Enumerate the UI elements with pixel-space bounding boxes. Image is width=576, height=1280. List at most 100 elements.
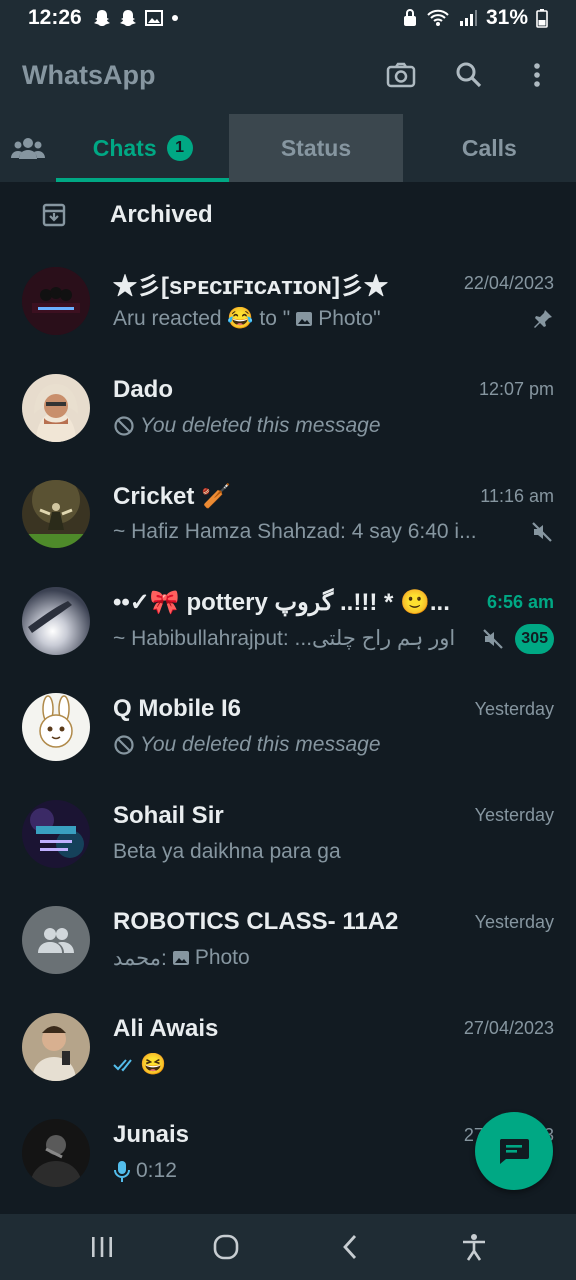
chat-time: 6:56 am xyxy=(486,592,554,613)
dot-icon xyxy=(171,15,178,21)
archived-label: Archived xyxy=(110,201,213,228)
header-actions xyxy=(384,58,554,92)
chat-name: Ali Awais xyxy=(113,1014,219,1042)
chat-list: ★彡[ѕᴘᴇᴄɪꜰɪᴄᴀᴛɪᴏɴ]彡★ 22/04/2023 Aru react… xyxy=(0,248,576,1207)
preview-text: ~ Hafiz Hamza Shahzad: 4 say 6:40 i... xyxy=(113,520,477,544)
double-check-icon xyxy=(113,1059,132,1072)
preview-sender: محمد: xyxy=(113,946,167,970)
preview-text: You deleted this message xyxy=(140,413,381,437)
avatar xyxy=(22,373,90,442)
tab-chats-label: Chats xyxy=(92,134,157,161)
preview-suffix: Photo xyxy=(194,946,250,970)
chat-name: Sohail Sir xyxy=(113,801,224,829)
chat-preview: 0:12 xyxy=(113,1159,177,1183)
chat-row[interactable]: ROBOTICS CLASS- 11A2 Yesterday محمد: Pho… xyxy=(0,887,576,994)
group-avatar-icon xyxy=(38,928,74,954)
chat-preview: You deleted this message xyxy=(113,733,381,757)
chat-row[interactable]: Q Mobile I6 Yesterday You deleted this m… xyxy=(0,674,576,781)
chat-name: Cricket 🏏 xyxy=(113,482,231,510)
recent-apps-icon[interactable] xyxy=(78,1223,126,1271)
avatar xyxy=(22,799,90,868)
avatar xyxy=(22,693,90,762)
gallery-icon xyxy=(144,10,163,26)
avatar xyxy=(22,586,90,655)
chat-row[interactable]: Cricket 🏏 11:16 am ~ Hafiz Hamza Shahzad… xyxy=(0,461,576,568)
tab-calls-label: Calls xyxy=(461,134,517,161)
wifi-icon xyxy=(427,9,449,26)
chat-row[interactable]: Sohail Sir Yesterday Beta ya daikhna par… xyxy=(0,781,576,888)
chat-row[interactable]: ••✓🎀 pottery گروپ ..!!! * 🙂... 6:56 am ~… xyxy=(0,568,576,675)
chat-time: 22/04/2023 xyxy=(463,272,554,293)
clock: 12:26 xyxy=(28,6,82,29)
app-header: WhatsApp xyxy=(0,36,576,114)
avatar xyxy=(22,906,90,975)
new-chat-icon xyxy=(499,1139,529,1164)
archive-icon xyxy=(0,202,110,228)
app-title: WhatsApp xyxy=(22,59,156,90)
chat-name: Dado xyxy=(113,375,173,403)
search-icon[interactable] xyxy=(452,58,486,92)
signal-icon xyxy=(459,10,477,26)
preview-text: 😆 xyxy=(140,1052,167,1076)
chats-unread-badge: 1 xyxy=(166,135,193,161)
battery-icon xyxy=(536,9,548,28)
preview-text: Aru reacted 😂 to " xyxy=(113,307,291,331)
microphone-icon xyxy=(114,1161,130,1183)
chat-time: 12:07 pm xyxy=(478,379,554,400)
archived-row[interactable]: Archived xyxy=(0,182,576,248)
pin-icon xyxy=(534,310,552,329)
chat-name: ★彡[ѕᴘᴇᴄɪꜰɪᴄᴀᴛɪᴏɴ]彡★ xyxy=(113,272,389,300)
unread-count-badge: 305 xyxy=(515,623,554,654)
deleted-icon xyxy=(114,416,134,436)
chat-preview: Beta ya daikhna para ga xyxy=(113,840,341,864)
avatar xyxy=(22,1119,90,1188)
avatar xyxy=(22,480,90,549)
preview-text: You deleted this message xyxy=(140,733,381,757)
muted-icon xyxy=(483,628,504,649)
accessibility-icon[interactable] xyxy=(450,1223,498,1271)
communities-icon xyxy=(11,138,45,159)
tab-chats[interactable]: Chats 1 xyxy=(56,114,230,182)
chat-time: Yesterday xyxy=(474,911,554,932)
tab-status[interactable]: Status xyxy=(229,114,403,182)
chat-row[interactable]: ★彡[ѕᴘᴇᴄɪꜰɪᴄᴀᴛɪᴏɴ]彡★ 22/04/2023 Aru react… xyxy=(0,248,576,355)
back-icon[interactable] xyxy=(326,1223,374,1271)
tab-communities[interactable] xyxy=(0,114,56,182)
chat-row[interactable]: Ali Awais 27/04/2023 😆 xyxy=(0,994,576,1101)
snapchat-icon xyxy=(119,10,136,26)
status-bar: 12:26 31% xyxy=(0,0,576,36)
preview-text: Beta ya daikhna para ga xyxy=(113,839,341,863)
chat-time: 11:16 am xyxy=(480,485,554,506)
more-options-icon[interactable] xyxy=(520,58,554,92)
tab-calls[interactable]: Calls xyxy=(403,114,576,182)
snapchat-icon xyxy=(93,10,110,26)
notification-icons xyxy=(92,8,180,28)
home-icon[interactable] xyxy=(202,1223,250,1271)
photo-icon xyxy=(172,951,189,966)
chat-preview: Aru reacted 😂 to " Photo" xyxy=(113,307,381,331)
chat-preview: You deleted this message xyxy=(113,414,381,438)
new-chat-button[interactable] xyxy=(475,1112,553,1190)
chat-name: ROBOTICS CLASS- 11A2 xyxy=(113,908,399,936)
preview-suffix: Photo" xyxy=(318,307,381,331)
chat-time: Yesterday xyxy=(474,805,554,826)
chat-row[interactable]: Dado 12:07 pm You deleted this message xyxy=(0,355,576,462)
chat-preview: 😆 xyxy=(113,1053,166,1077)
camera-icon[interactable] xyxy=(384,58,418,92)
lock-icon xyxy=(403,9,416,26)
chat-preview: ~ Hafiz Hamza Shahzad: 4 say 6:40 i... xyxy=(113,520,477,544)
photo-icon xyxy=(296,312,313,327)
avatar xyxy=(22,1012,90,1081)
tab-bar: Chats 1 Status Calls xyxy=(0,114,576,182)
chat-time: 27/04/2023 xyxy=(463,1018,554,1039)
system-nav-bar xyxy=(0,1214,576,1280)
chat-name: Junais xyxy=(113,1121,190,1149)
tab-status-label: Status xyxy=(280,134,352,161)
chat-preview: ~ Habibullahrajput: ...اور ہم راح چلتی xyxy=(113,626,455,651)
preview-text: 0:12 xyxy=(136,1159,177,1183)
avatar xyxy=(22,267,90,336)
muted-icon xyxy=(532,522,552,543)
system-status: 31% xyxy=(402,6,548,30)
chat-time: Yesterday xyxy=(474,698,554,719)
preview-text: ~ Habibullahrajput: ...اور ہم راح چلتی xyxy=(113,627,456,651)
